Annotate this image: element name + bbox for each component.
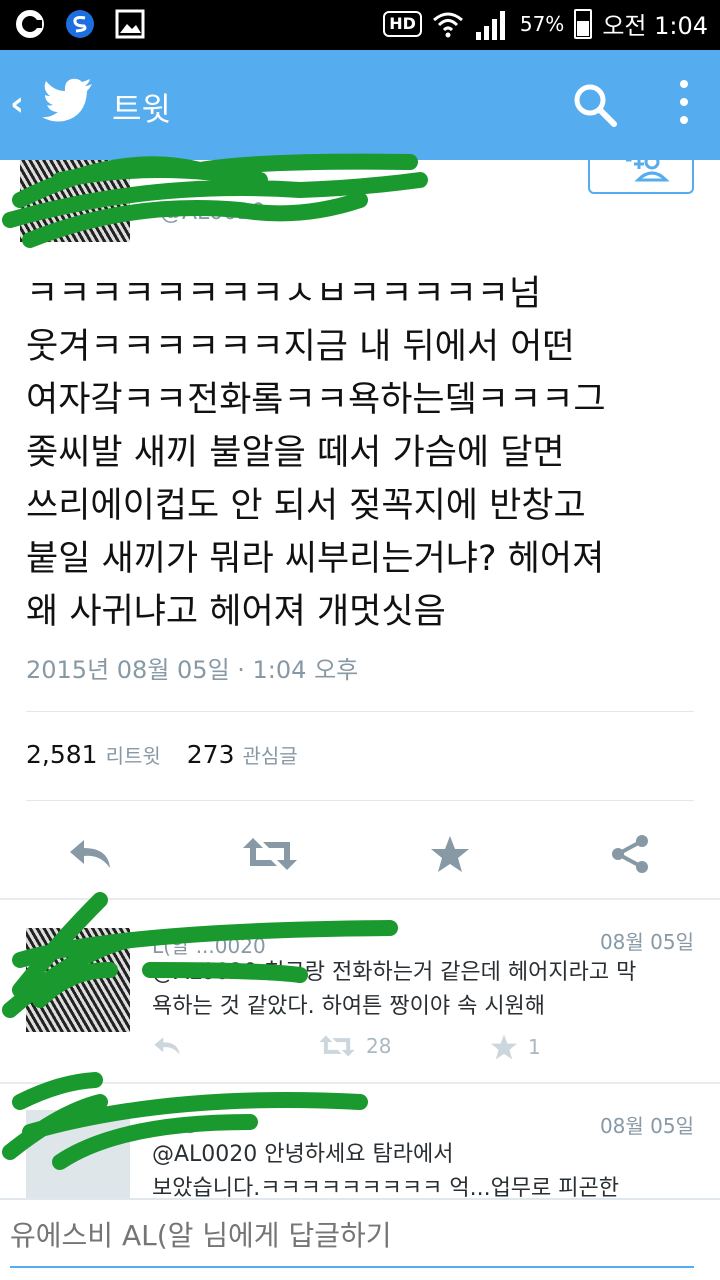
- follow-button[interactable]: [588, 152, 694, 194]
- reply-composer: [0, 1198, 720, 1280]
- reply-author[interactable]: L(알 ...0020: [152, 930, 266, 959]
- retweet-button[interactable]: [240, 826, 300, 882]
- input-underline: [10, 1266, 694, 1268]
- reply-retweet-button[interactable]: 28: [318, 1034, 391, 1058]
- reply-actions: 28 1: [152, 1034, 692, 1066]
- hd-voice-icon: HD: [383, 10, 422, 37]
- section-separator: [0, 1082, 720, 1084]
- retweet-count[interactable]: 2,581 리트윗: [26, 740, 161, 769]
- reply-button[interactable]: [60, 826, 120, 882]
- like-count-label: 관심글: [242, 744, 298, 768]
- retweet-icon: [319, 1035, 355, 1057]
- section-separator: [0, 898, 720, 900]
- star-icon: [491, 1034, 517, 1060]
- reply-icon: [154, 1037, 180, 1055]
- add-user-icon: [626, 152, 670, 182]
- retweet-count-label: 리트윗: [105, 744, 161, 768]
- top-bar: ‹ 트윗: [0, 50, 720, 160]
- reply-text: @AL0020 친구랑 전화하는거 같은데 헤어지라고 막 욕하는 것 같았다.…: [152, 960, 637, 1019]
- author-handle[interactable]: @AL0020: [160, 200, 265, 225]
- tweet-actions: [0, 826, 720, 882]
- retweet-icon: [243, 838, 297, 870]
- signal-icon: [475, 10, 505, 40]
- page-title: 트윗: [112, 90, 171, 128]
- sync-notification-icon: [66, 10, 94, 38]
- reply-text: @AL0020 안녕하세요 탐라에서 보았습니다.ㅋㅋㅋㅋㅋㅋㅋㅋㅋ 억...업…: [152, 1142, 620, 1201]
- back-button[interactable]: ‹: [10, 84, 24, 124]
- status-bar: HD 57% 오전 1:04: [0, 0, 720, 50]
- battery-percent: 57%: [519, 11, 565, 36]
- reply-reply-button[interactable]: [152, 1034, 182, 1058]
- reply-date: 08월 05일: [599, 930, 694, 954]
- tweet-text: ㅋㅋㅋㅋㅋㅋㅋㅋㅅㅂㅋㅋㅋㅋㅋ넘 웃겨ㅋㅋㅋㅋㅋㅋ지금 내 뒤에서 어떤 여자갘…: [26, 274, 606, 632]
- app-notification-icon: [16, 10, 44, 38]
- author-avatar[interactable]: [20, 160, 130, 242]
- reply-retweet-count: 28: [366, 1034, 392, 1058]
- share-button[interactable]: [600, 826, 660, 882]
- reply-date: 08월 05일: [599, 1114, 694, 1138]
- reply-favorite-button[interactable]: 1: [490, 1034, 541, 1060]
- search-icon[interactable]: [572, 82, 618, 128]
- reply-author[interactable]: ...08: [152, 1114, 197, 1138]
- retweet-count-value: 2,581: [26, 740, 98, 769]
- divider: [26, 711, 694, 712]
- reply-avatar[interactable]: [26, 928, 130, 1032]
- gallery-notification-icon: [115, 9, 145, 39]
- battery-icon: [574, 8, 593, 39]
- divider: [26, 800, 694, 801]
- star-icon: [431, 836, 469, 872]
- like-count-value: 273: [186, 740, 235, 769]
- reply-icon: [70, 840, 110, 868]
- wifi-icon: [432, 12, 463, 37]
- like-count[interactable]: 273 관심글: [187, 740, 298, 769]
- clock: 오전 1:04: [602, 12, 708, 40]
- twitter-bird-icon[interactable]: [42, 78, 94, 122]
- reply-input[interactable]: [10, 1214, 700, 1256]
- tweet-timestamp: 2015년 08월 05일 · 1:04 오후: [26, 656, 359, 684]
- favorite-button[interactable]: [420, 826, 480, 882]
- reply-favorite-count: 1: [528, 1035, 541, 1059]
- share-icon: [612, 835, 648, 873]
- overflow-menu-icon[interactable]: [676, 80, 692, 132]
- tweet-stats: 2,581 리트윗 273 관심글: [26, 740, 298, 769]
